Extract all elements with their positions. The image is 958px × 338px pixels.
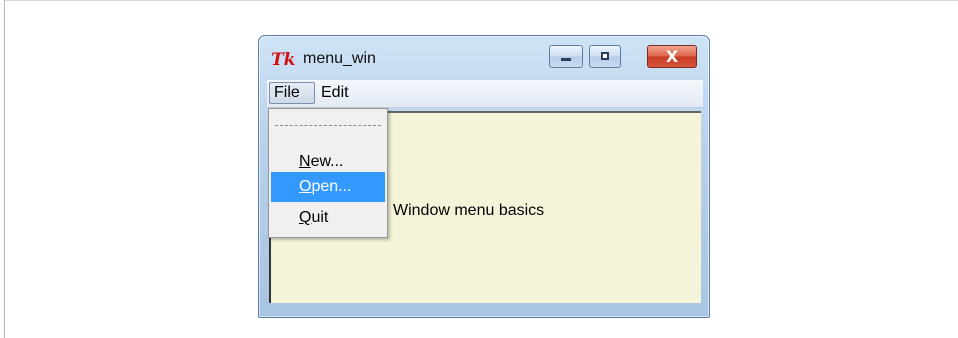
minimize-icon (561, 58, 571, 61)
menu-file[interactable]: File (269, 82, 315, 104)
maximize-button[interactable] (589, 45, 621, 68)
content-label: Window menu basics (393, 202, 545, 219)
figure-frame-left (4, 0, 5, 338)
title-bar[interactable]: Tk menu_win X (259, 36, 709, 82)
tearoff-line[interactable] (275, 125, 381, 126)
tk-feather-icon: Tk (271, 50, 296, 70)
figure-frame-top (4, 0, 958, 1)
menu-item-quit[interactable]: Quit (271, 203, 385, 233)
menu-edit[interactable]: Edit (321, 82, 349, 104)
mnemonic-letter: Q (299, 209, 312, 226)
mnemonic-letter: N (299, 153, 311, 170)
file-dropdown-menu: New... Open... Quit (268, 108, 388, 238)
close-icon: X (665, 47, 679, 66)
mnemonic-letter: O (299, 178, 312, 195)
maximize-icon (601, 52, 609, 60)
window-title: menu_win (303, 50, 376, 67)
menu-bar: File Edit (267, 80, 703, 108)
minimize-button[interactable] (549, 45, 583, 68)
menu-item-open[interactable]: Open... (271, 172, 385, 202)
close-button[interactable]: X (647, 45, 697, 68)
